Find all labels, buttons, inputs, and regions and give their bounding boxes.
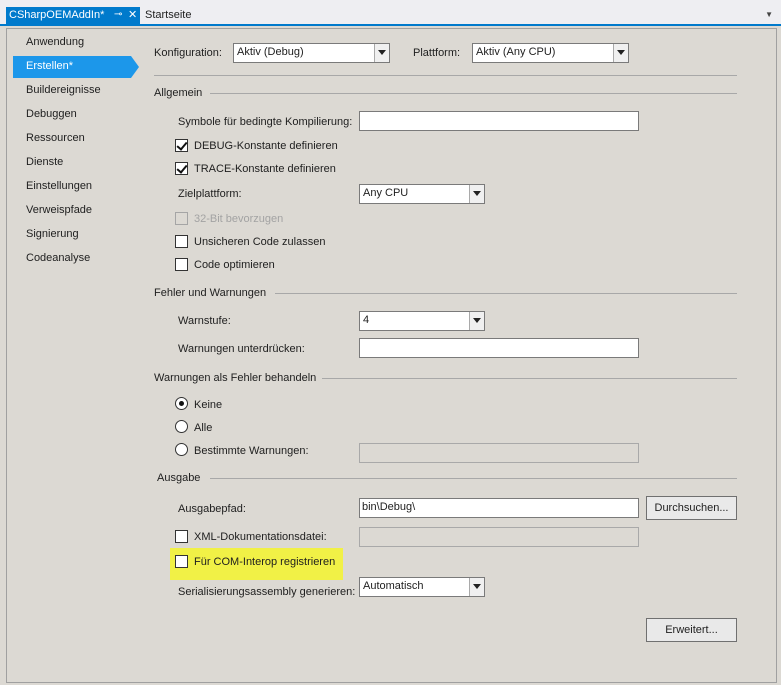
radio-bestimmte[interactable] (175, 443, 188, 456)
trace-checkbox[interactable] (175, 162, 188, 175)
plattform-label: Plattform: (413, 47, 461, 59)
pin-icon[interactable]: ⊸ (114, 9, 122, 20)
com-interop-label: Für COM-Interop registrieren (194, 556, 336, 568)
radio-bestimmte-label: Bestimmte Warnungen: (194, 445, 309, 457)
specific-warnings-input[interactable] (359, 443, 639, 463)
tab-label: CSharpOEMAddIn* (9, 9, 105, 21)
radio-alle[interactable] (175, 420, 188, 433)
radio-keine-label: Keine (194, 399, 223, 411)
prefer32-label: 32-Bit bevorzugen (194, 213, 284, 225)
debug-checkbox[interactable] (175, 139, 188, 152)
divider (322, 378, 737, 379)
symbols-label: Symbole für bedingte Kompilierung: (178, 116, 353, 128)
konfiguration-value: Aktiv (Debug) (237, 46, 304, 58)
symbols-input[interactable] (359, 111, 639, 131)
com-interop-checkbox[interactable] (175, 555, 188, 568)
warnstufe-value: 4 (363, 314, 370, 326)
divider (154, 75, 737, 76)
sidebar-item-signierung[interactable]: Signierung (13, 224, 137, 246)
tab-overflow-icon[interactable]: ▼ (765, 10, 773, 19)
chevron-down-icon (469, 312, 484, 330)
warnstufe-dropdown[interactable]: 4 (359, 311, 485, 331)
sidebar-item-ressourcen[interactable]: Ressourcen (13, 128, 137, 150)
tab-startseite[interactable]: Startseite (145, 9, 191, 21)
chevron-down-icon (469, 578, 484, 596)
radio-keine[interactable] (175, 397, 188, 410)
section-allgemein-title: Allgemein (154, 87, 203, 99)
tab-csharpoemaddin[interactable]: CSharpOEMAddIn* ⊸ ✕ (6, 7, 140, 26)
sidebar-item-buildereignisse[interactable]: Buildereignisse (13, 80, 137, 102)
tab-label: Startseite (145, 9, 192, 21)
plattform-value: Aktiv (Any CPU) (476, 46, 556, 58)
chevron-down-icon (374, 44, 389, 62)
suppress-input[interactable] (359, 338, 639, 358)
xmldoc-checkbox[interactable] (175, 530, 188, 543)
konfiguration-dropdown[interactable]: Aktiv (Debug) (233, 43, 390, 63)
sidebar-item-einstellungen[interactable]: Einstellungen (13, 176, 137, 198)
sidebar-item-erstellen[interactable]: Erstellen* (13, 56, 139, 78)
divider (275, 293, 737, 294)
konfiguration-label: Konfiguration: (154, 47, 222, 59)
divider (210, 478, 737, 479)
divider (210, 93, 737, 94)
zielplattform-dropdown[interactable]: Any CPU (359, 184, 485, 204)
section-ausgabe-title: Ausgabe (157, 472, 201, 484)
chevron-down-icon (613, 44, 628, 62)
zielplattform-value: Any CPU (363, 187, 409, 199)
sidebar-item-verweispfade[interactable]: Verweispfade (13, 200, 137, 222)
optimize-checkbox[interactable] (175, 258, 188, 271)
close-icon[interactable]: ✕ (128, 8, 137, 21)
prefer32-checkbox[interactable] (175, 212, 188, 225)
trace-label: TRACE-Konstante definieren (194, 163, 336, 175)
serialization-label: Serialisierungsassembly generieren: (178, 586, 356, 598)
warnstufe-label: Warnstufe: (178, 315, 231, 327)
zielplattform-label: Zielplattform: (178, 188, 242, 200)
section-warnings-as-errors-title: Warnungen als Fehler behandeln (154, 372, 317, 384)
sidebar-item-dienste[interactable]: Dienste (13, 152, 137, 174)
output-path-label: Ausgabepfad: (178, 503, 246, 515)
document-tab-bar: CSharpOEMAddIn* ⊸ ✕ Startseite ▼ (0, 0, 781, 26)
suppress-label: Warnungen unterdrücken: (178, 343, 305, 355)
output-path-input[interactable]: bin\Debug\ (359, 498, 639, 518)
radio-alle-label: Alle (194, 422, 213, 434)
unsafe-label: Unsicheren Code zulassen (194, 236, 326, 248)
advanced-button[interactable]: Erweitert... (646, 618, 737, 642)
xmldoc-label: XML-Dokumentationsdatei: (194, 531, 327, 543)
sidebar-item-codeanalyse[interactable]: Codeanalyse (13, 248, 137, 270)
unsafe-checkbox[interactable] (175, 235, 188, 248)
xmldoc-input[interactable] (359, 527, 639, 547)
plattform-dropdown[interactable]: Aktiv (Any CPU) (472, 43, 629, 63)
sidebar-item-debuggen[interactable]: Debuggen (13, 104, 137, 126)
chevron-down-icon (469, 185, 484, 203)
sidebar-item-anwendung[interactable]: Anwendung (13, 32, 137, 54)
section-fehler-title: Fehler und Warnungen (154, 287, 267, 299)
debug-label: DEBUG-Konstante definieren (194, 140, 338, 152)
optimize-label: Code optimieren (194, 259, 275, 271)
serialization-dropdown[interactable]: Automatisch (359, 577, 485, 597)
browse-button[interactable]: Durchsuchen... (646, 496, 737, 520)
serialization-value: Automatisch (363, 580, 424, 592)
